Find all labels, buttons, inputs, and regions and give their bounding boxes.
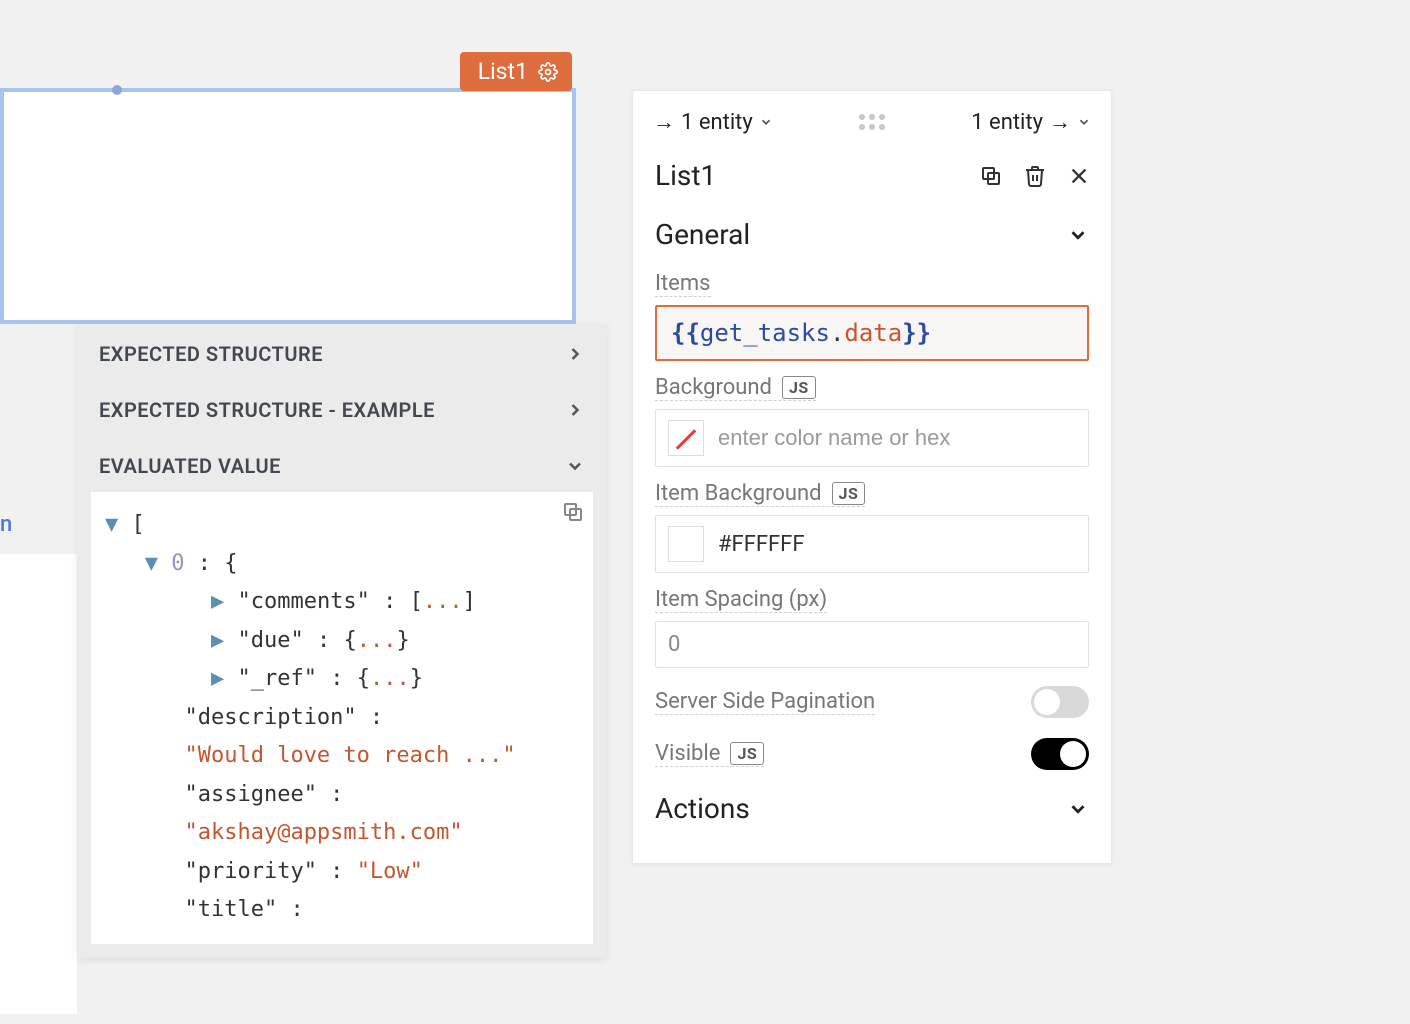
js-toggle-badge[interactable]: JS <box>730 742 764 765</box>
drag-handle-icon[interactable] <box>859 114 885 130</box>
tree-bracket: [ <box>132 512 145 537</box>
tree-key: "priority" <box>184 859 316 884</box>
tree-collapse-icon[interactable]: ▼ <box>145 551 172 576</box>
background-color-input-wrap[interactable] <box>655 409 1089 467</box>
canvas-background-strip <box>0 554 77 1014</box>
js-toggle-badge[interactable]: JS <box>782 376 816 399</box>
widget-selection-label[interactable]: List1 <box>460 52 572 91</box>
toggle-visible[interactable] <box>1031 738 1089 770</box>
expected-structure-example-label: EXPECTED STRUCTURE - EXAMPLE <box>99 398 435 422</box>
chevron-down-icon <box>1067 798 1089 820</box>
field-visible: Visible JS <box>633 724 1111 776</box>
background-color-input[interactable] <box>718 425 1076 451</box>
tree-expand-icon[interactable]: ▶ <box>211 666 238 691</box>
tree-key: "assignee" <box>184 782 316 807</box>
color-swatch-none[interactable] <box>668 420 704 456</box>
resize-handle-top[interactable] <box>112 85 122 95</box>
expected-structure-example-header[interactable]: EXPECTED STRUCTURE - EXAMPLE <box>77 380 607 436</box>
label-visible: Visible <box>655 741 720 766</box>
property-title-row: List1 <box>633 145 1111 202</box>
expected-structure-label: EXPECTED STRUCTURE <box>99 342 323 366</box>
section-actions-header[interactable]: Actions <box>633 776 1111 835</box>
chevron-down-icon <box>759 115 773 129</box>
arrow-right-icon: → <box>1049 109 1071 135</box>
tree-key: "description" <box>184 705 356 730</box>
label-item-spacing: Item Spacing (px) <box>655 587 827 613</box>
property-pane: → 1 entity 1 entity → List1 General <box>632 90 1112 864</box>
label-background: Background <box>655 375 772 400</box>
gear-icon <box>538 62 558 82</box>
incoming-entity-count: 1 entity <box>681 110 753 135</box>
tree-index: 0 <box>171 551 184 576</box>
tree-expand-icon[interactable]: ▶ <box>211 628 238 653</box>
chevron-down-icon <box>1077 115 1091 129</box>
tree-key: "_ref" <box>237 666 316 691</box>
toggle-server-side-pagination[interactable] <box>1031 686 1089 718</box>
incoming-entity-link[interactable]: → 1 entity <box>653 109 773 135</box>
section-actions-label: Actions <box>655 792 750 825</box>
delete-widget-button[interactable] <box>1023 164 1047 188</box>
field-server-side-pagination: Server Side Pagination <box>633 672 1111 724</box>
tree-collapse-icon[interactable]: ▼ <box>105 512 132 537</box>
section-general-label: General <box>655 218 750 251</box>
field-item-background: Item Background JS #FFFFFF <box>633 471 1111 577</box>
item-spacing-input-wrap[interactable]: 0 <box>655 621 1089 668</box>
close-panel-button[interactable] <box>1067 164 1091 188</box>
evaluation-popup: EXPECTED STRUCTURE EXPECTED STRUCTURE - … <box>77 324 607 958</box>
outgoing-entity-count: 1 entity <box>971 110 1043 135</box>
tree-key: "comments" <box>237 589 369 614</box>
truncated-text-left: n <box>0 512 12 537</box>
field-items: Items {{get_tasks.data}} <box>633 261 1111 365</box>
items-binding-prop: data <box>844 319 902 347</box>
chevron-down-icon <box>1067 224 1089 246</box>
copy-icon[interactable] <box>561 500 585 524</box>
item-spacing-value: 0 <box>668 632 680 657</box>
field-background: Background JS <box>633 365 1111 471</box>
copy-widget-button[interactable] <box>979 164 1003 188</box>
tree-value: "akshay@appsmith.com" <box>184 820 462 845</box>
tree-expand-icon[interactable]: ▶ <box>211 589 238 614</box>
tree-value: "Would love to reach ..." <box>184 743 515 768</box>
tree-colon-brace: : { <box>185 551 238 576</box>
expected-structure-header[interactable]: EXPECTED STRUCTURE <box>77 324 607 380</box>
section-general-header[interactable]: General <box>633 202 1111 261</box>
arrow-right-icon: → <box>653 109 675 135</box>
evaluated-value-label: EVALUATED VALUE <box>99 454 281 478</box>
items-binding-object: get_tasks <box>700 319 830 347</box>
label-server-side-pagination: Server Side Pagination <box>655 689 875 715</box>
item-background-value: #FFFFFF <box>718 532 805 557</box>
evaluated-value-body: ▼ [ ▼ 0 : { ▶ "comments" : [...] ▶ "due"… <box>91 492 593 944</box>
js-toggle-badge[interactable]: JS <box>832 482 866 505</box>
field-item-spacing: Item Spacing (px) 0 <box>633 577 1111 672</box>
chevron-down-icon <box>565 456 585 476</box>
tree-key: "due" <box>237 628 303 653</box>
property-pane-topbar: → 1 entity 1 entity → <box>633 91 1111 145</box>
color-swatch-white[interactable] <box>668 526 704 562</box>
canvas-list-widget[interactable] <box>0 88 576 324</box>
tree-value: "Low" <box>357 859 423 884</box>
widget-name-title[interactable]: List1 <box>655 159 716 192</box>
label-item-background: Item Background <box>655 481 822 506</box>
evaluated-value-header[interactable]: EVALUATED VALUE <box>77 436 607 492</box>
chevron-right-icon <box>565 400 585 420</box>
label-items: Items <box>655 271 711 297</box>
widget-selection-label-text: List1 <box>478 58 528 85</box>
tree-key: "title" <box>184 897 277 922</box>
outgoing-entity-link[interactable]: 1 entity → <box>971 109 1091 135</box>
item-background-input-wrap[interactable]: #FFFFFF <box>655 515 1089 573</box>
items-code-input[interactable]: {{get_tasks.data}} <box>655 305 1089 361</box>
chevron-right-icon <box>565 344 585 364</box>
